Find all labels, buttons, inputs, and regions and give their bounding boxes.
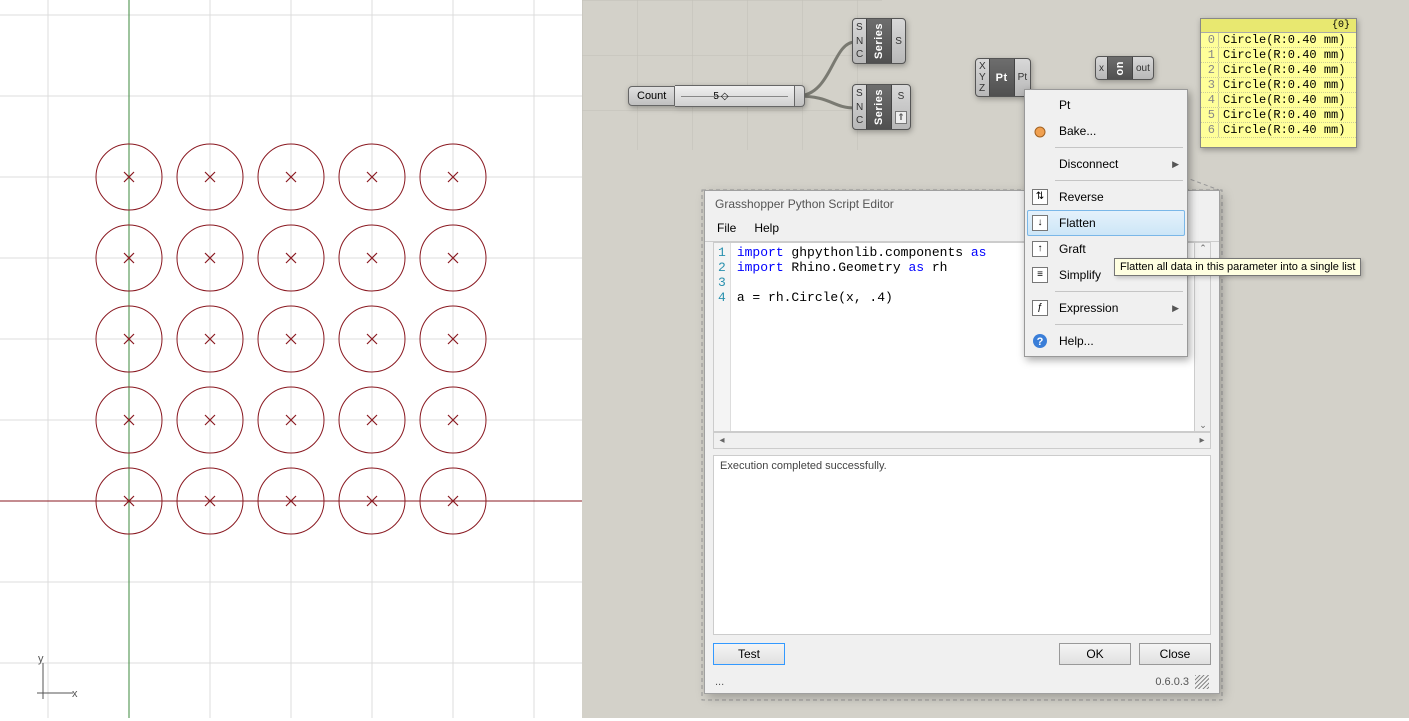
port-y[interactable]: Y xyxy=(979,72,986,83)
test-button[interactable]: Test xyxy=(713,643,785,665)
flatten-icon: ↓ xyxy=(1029,212,1051,234)
ctx-help[interactable]: ?Help... xyxy=(1027,328,1185,354)
series-component-1[interactable]: S N C Series S xyxy=(852,18,906,64)
ctx-disconnect[interactable]: Disconnect▶ xyxy=(1027,151,1185,177)
simplify-icon: ≡ xyxy=(1029,264,1051,286)
menu-file[interactable]: File xyxy=(717,221,736,235)
port-s[interactable]: S xyxy=(856,22,863,33)
panel-header: {0} xyxy=(1201,19,1356,33)
graft-icon: ⇑ xyxy=(895,111,907,124)
svg-text:?: ? xyxy=(1037,336,1044,348)
help-icon: ? xyxy=(1029,330,1051,352)
component-name: Pt xyxy=(996,72,1008,84)
port-z[interactable]: Z xyxy=(979,83,986,94)
port-x-in[interactable]: x xyxy=(1099,63,1104,74)
status-ellipsis: ... xyxy=(715,676,724,688)
component-name: Series xyxy=(873,89,885,125)
construct-point-component[interactable]: X Y Z Pt Pt xyxy=(975,58,1031,97)
horizontal-scrollbar[interactable]: ◂▸ xyxy=(713,432,1211,449)
python-component[interactable]: x on out xyxy=(1095,56,1154,80)
axis-indicator: y x xyxy=(37,653,78,700)
canvas-grid xyxy=(582,0,882,150)
bake-icon xyxy=(1029,120,1051,142)
ctx-flatten[interactable]: ↓Flatten xyxy=(1027,210,1185,236)
ctx-expression[interactable]: ƒExpression▶ xyxy=(1027,295,1185,321)
port-s[interactable]: S xyxy=(856,88,863,99)
port-out[interactable]: out xyxy=(1136,63,1150,74)
close-button[interactable]: Close xyxy=(1139,643,1211,665)
grasshopper-canvas[interactable]: Count 5◇ S N C Series S S N C xyxy=(582,0,1409,718)
port-pt-out[interactable]: Pt xyxy=(1018,72,1027,83)
slider-output[interactable] xyxy=(795,85,805,107)
reverse-icon: ⇅ xyxy=(1029,186,1051,208)
panel-row: 3Circle(R:0.40 mm) xyxy=(1201,78,1356,93)
port-n[interactable]: N xyxy=(856,36,863,47)
ctx-title: Pt xyxy=(1027,92,1185,118)
slider-track[interactable]: 5◇ xyxy=(675,85,795,107)
svg-text:x: x xyxy=(72,688,78,700)
svg-text:y: y xyxy=(38,653,44,665)
component-name: Series xyxy=(873,23,885,59)
ctx-reverse[interactable]: ⇅Reverse xyxy=(1027,184,1185,210)
ok-button[interactable]: OK xyxy=(1059,643,1131,665)
panel-row: 5Circle(R:0.40 mm) xyxy=(1201,108,1356,123)
graft-icon: ↑ xyxy=(1029,238,1051,260)
panel-row: 6Circle(R:0.40 mm) xyxy=(1201,123,1356,138)
panel-row: 1Circle(R:0.40 mm) xyxy=(1201,48,1356,63)
port-c[interactable]: C xyxy=(856,49,863,60)
panel-row: 2Circle(R:0.40 mm) xyxy=(1201,63,1356,78)
slider-label: Count xyxy=(628,86,675,106)
menu-help[interactable]: Help xyxy=(754,221,779,235)
line-gutter: 1234 xyxy=(714,243,731,431)
ctx-bake[interactable]: Bake... xyxy=(1027,118,1185,144)
chevron-right-icon: ▶ xyxy=(1172,303,1179,314)
panel-row: 0Circle(R:0.40 mm) xyxy=(1201,33,1356,48)
grid xyxy=(0,0,582,718)
port-s-out[interactable]: S xyxy=(898,91,905,102)
port-n[interactable]: N xyxy=(856,102,863,113)
port-s-out[interactable]: S xyxy=(895,36,902,47)
output-panel[interactable]: {0} 0Circle(R:0.40 mm)1Circle(R:0.40 mm)… xyxy=(1200,18,1357,148)
resize-grip[interactable] xyxy=(1195,675,1209,689)
expression-icon: ƒ xyxy=(1029,297,1051,319)
tooltip: Flatten all data in this parameter into … xyxy=(1114,258,1361,276)
series-component-2[interactable]: S N C Series S ⇑ xyxy=(852,84,911,130)
count-slider[interactable]: Count 5◇ xyxy=(628,85,805,107)
port-c[interactable]: C xyxy=(856,115,863,126)
port-x[interactable]: X xyxy=(979,61,986,72)
context-menu[interactable]: Pt Bake... Disconnect▶ ⇅Reverse ↓Flatten… xyxy=(1024,89,1188,357)
panel-row: 4Circle(R:0.40 mm) xyxy=(1201,93,1356,108)
rhino-viewport[interactable]: y x xyxy=(0,0,582,718)
code-text[interactable]: import ghpythonlib.components as import … xyxy=(731,243,993,431)
output-pane: Execution completed successfully. xyxy=(713,455,1211,635)
version-label: 0.6.0.3 xyxy=(1155,676,1189,688)
chevron-right-icon: ▶ xyxy=(1172,159,1179,170)
component-name: on xyxy=(1114,61,1126,75)
